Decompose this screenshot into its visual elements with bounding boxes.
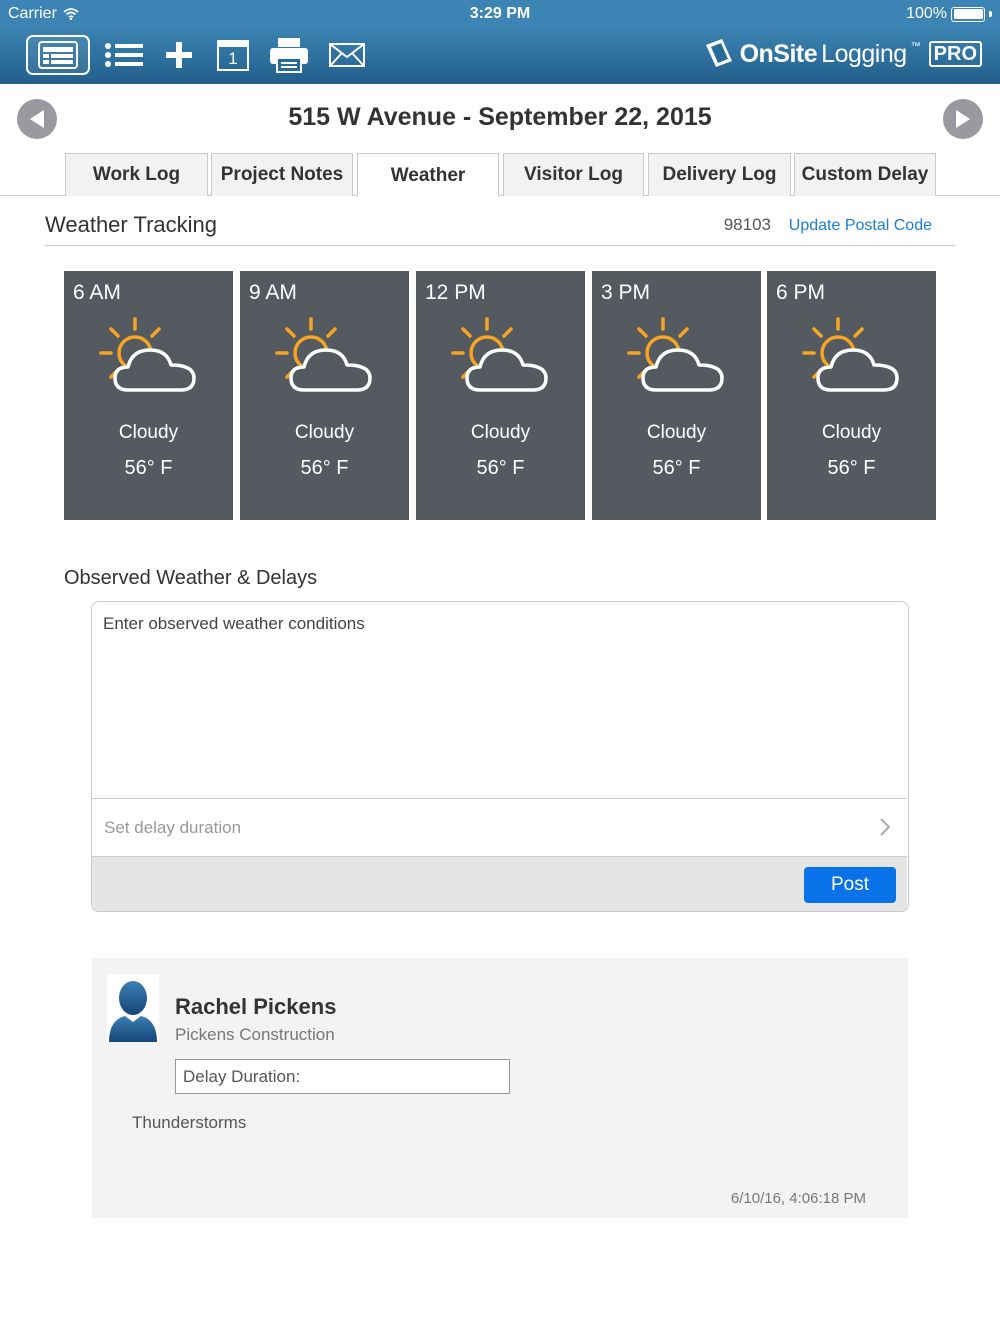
observed-weather-form: Set delay duration Post: [91, 601, 909, 912]
calendar-button[interactable]: 1: [215, 35, 251, 75]
tab-custom-delay[interactable]: Custom Delay: [794, 153, 936, 196]
logo-onsite: OnSite: [739, 39, 818, 68]
app-toolbar: 1 OnSite Logging ™ PRO: [0, 27, 1000, 84]
delay-duration-label: Set delay duration: [104, 818, 242, 837]
post-bar: Post: [92, 856, 907, 911]
printer-icon: [270, 38, 308, 73]
chevron-right-icon: [880, 818, 891, 836]
tab-delivery-log[interactable]: Delivery Log: [648, 153, 791, 196]
mail-icon: [329, 43, 365, 67]
battery-tip: [989, 11, 992, 17]
forecast-time: 9 AM: [249, 281, 297, 304]
battery-icon: [951, 6, 985, 22]
battery-percent: 100%: [906, 5, 947, 22]
partly-cloudy-icon: [451, 317, 548, 392]
weather-tracking-header: Weather Tracking 98103 Update Postal Cod…: [45, 212, 955, 246]
page-title: 515 W Avenue - September 22, 2015: [288, 103, 712, 131]
add-button[interactable]: [163, 35, 195, 75]
list-button[interactable]: [103, 35, 145, 75]
weather-entry: Rachel Pickens Pickens Construction Dela…: [92, 958, 908, 1218]
status-battery: 100%: [906, 5, 992, 23]
tab-visitor-log[interactable]: Visitor Log: [503, 153, 644, 196]
forecast-temperature: 56° F: [652, 457, 701, 479]
forecast-card: 12 PM Cloudy 56° F: [416, 271, 585, 520]
forecast-temperature: 56° F: [476, 457, 525, 479]
daily-log-button[interactable]: [26, 35, 90, 75]
app-logo: OnSite Logging ™ PRO: [702, 37, 982, 71]
partly-cloudy-icon: [627, 317, 724, 392]
forecast-condition: Cloudy: [646, 422, 707, 443]
postal-code: 98103: [723, 215, 771, 234]
tab-project-notes[interactable]: Project Notes: [211, 153, 353, 196]
list-icon: [105, 43, 143, 67]
post-button[interactable]: Post: [804, 867, 896, 903]
status-bar: Carrier 3:29 PM 100%: [0, 0, 1000, 27]
forecast-condition: Cloudy: [821, 422, 882, 443]
forecast-time: 6 AM: [73, 281, 121, 304]
forecast-time: 6 PM: [776, 281, 826, 304]
forecast-card: 3 PM Cloudy 56° F: [592, 271, 761, 520]
forecast-condition: Cloudy: [470, 422, 531, 443]
forecast-time: 3 PM: [601, 281, 651, 304]
forecast-condition: Cloudy: [118, 422, 179, 443]
entry-author-name: Rachel Pickens: [175, 994, 337, 1019]
plus-icon: [166, 42, 192, 68]
forecast-temperature: 56° F: [300, 457, 349, 479]
forecast-card: 9 AM Cloudy 56° F: [240, 271, 409, 520]
tab-bar: Work Log Project Notes Weather Visitor L…: [0, 153, 1000, 197]
entry-timestamp: 6/10/16, 4:06:18 PM: [730, 1190, 866, 1207]
avatar: [107, 974, 159, 1042]
logo-logging: Logging: [821, 39, 907, 68]
calendar-day: 1: [228, 49, 238, 68]
observed-conditions-input[interactable]: [92, 602, 907, 798]
status-time: 3:29 PM: [469, 5, 531, 22]
forecast-temperature: 56° F: [827, 457, 876, 479]
forecast-time: 12 PM: [425, 281, 486, 304]
entry-company: Pickens Construction: [175, 1025, 335, 1044]
partly-cloudy-icon: [802, 317, 899, 392]
entry-note: Thunderstorms: [132, 1113, 247, 1132]
set-delay-duration-row[interactable]: Set delay duration: [92, 798, 907, 856]
next-day-button[interactable]: [943, 99, 983, 139]
daily-log-icon: [38, 41, 78, 69]
logo-trademark: ™: [910, 40, 921, 52]
user-silhouette-icon: [109, 981, 157, 1042]
update-postal-code-link[interactable]: Update Postal Code: [789, 217, 932, 235]
print-button[interactable]: [268, 35, 310, 75]
weather-tracking-title: Weather Tracking: [45, 212, 218, 237]
forecast-card: 6 AM Cloudy 56° F: [64, 271, 233, 520]
observed-weather-title: Observed Weather & Delays: [64, 567, 318, 589]
forecast-temperature: 56° F: [124, 457, 173, 479]
forecast-card: 6 PM Cloudy 56° F: [767, 271, 936, 520]
tab-work-log[interactable]: Work Log: [65, 153, 208, 196]
mail-button[interactable]: [328, 35, 366, 75]
partly-cloudy-icon: [99, 317, 196, 392]
entry-delay-duration: Delay Duration:: [175, 1059, 510, 1094]
forecast-condition: Cloudy: [294, 422, 355, 443]
logo-pro-badge: PRO: [928, 41, 982, 67]
tab-weather[interactable]: Weather: [357, 153, 499, 197]
partly-cloudy-icon: [275, 317, 372, 392]
logo-book-icon: [705, 39, 732, 67]
calendar-icon: 1: [217, 39, 249, 71]
arrow-right-icon: [956, 110, 970, 128]
